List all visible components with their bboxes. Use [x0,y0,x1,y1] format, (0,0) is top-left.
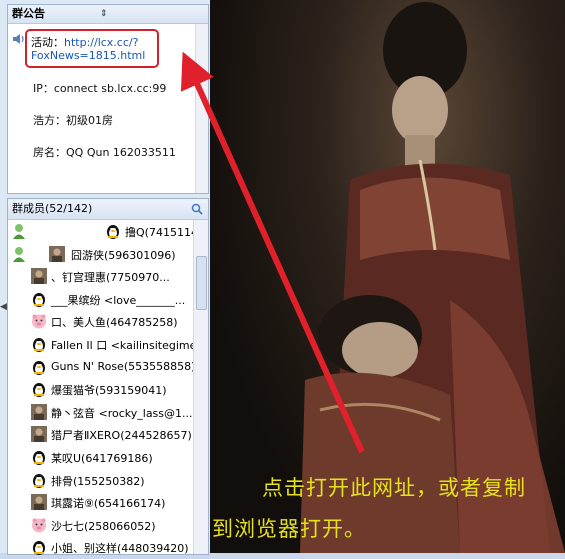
activity-link-line1[interactable]: http://lcx.cc/? [64,36,138,49]
member-row[interactable]: 某叹U(641769186) [8,446,194,469]
member-row[interactable]: 爆蛋猫爷(593159041) [8,378,194,401]
announcement-title: 群公告 [12,7,45,20]
members-header: 群成员(52/142) [8,199,208,220]
qq-penguin-icon [31,472,47,488]
announcement-body: 活动：http://lcx.cc/? FoxNews=1815.html IP：… [8,24,208,193]
member-name: 琪露诺⑨(654166174) [51,497,166,511]
pig-avatar-icon [31,517,47,533]
member-name: ___果缤纷 <love_______... [51,293,186,307]
photo-avatar-icon [31,426,47,443]
member-row[interactable]: 口、美人鱼(464785258) [8,310,194,333]
member-row[interactable]: 排骨(155250382) [8,469,194,492]
member-name: 猎尸者ⅡXERO(244528657) [51,429,192,443]
members-count: 群成员(52/142) [12,202,93,215]
member-name: 爆蛋猫爷(593159041) [51,384,167,398]
room-info: 房名：QQ Qun 162033511 [33,146,176,159]
member-row[interactable]: 撸Q(741511416) [8,220,194,243]
group-announcement-panel: 群公告 ⇕ 活动：http://lcx.cc/? FoxNews=1815.ht… [7,4,209,194]
photo-avatar-icon [31,403,47,420]
member-row[interactable]: 猎尸者ⅡXERO(244528657) [8,423,194,446]
member-row[interactable]: 琪露诺⑨(654166174) [8,491,194,514]
left-panel: ◀ 群公告 ⇕ 活动：http://lcx.cc/? FoxNews=1815.… [0,0,210,556]
group-members-panel: 群成员(52/142) 撸Q(741511416) 囧游侠(596301096) 、… [7,198,209,556]
member-row[interactable]: 、钉宫理惠(7750970... [8,265,194,288]
qq-penguin-icon [31,449,47,465]
ip-info: IP：connect sb.lcx.cc:99 [33,82,167,95]
member-name: Guns N' Rose(553558858) [51,359,194,373]
qq-penguin-icon [31,381,47,398]
member-row[interactable]: 囧游侠(596301096) [8,243,194,266]
admin-role-icon [12,223,26,239]
activity-label: 活动： [31,36,64,49]
member-row[interactable]: 沙七七(258066052) [8,514,194,537]
photo-avatar-icon [49,245,65,262]
member-list: 撸Q(741511416) 囧游侠(596301096) 、钉宫理惠(7750970… [8,220,194,559]
member-name: 静丶弦音 <rocky_lass@1... [51,406,193,420]
member-name: 口、美人鱼(464785258) [51,316,178,330]
background-photo: 点击打开此网址，或者复制 到浏览器打开。 [210,0,565,553]
member-name: 囧游侠(596301096) [71,248,176,262]
photo-avatar-icon [31,268,47,285]
member-row[interactable]: Fallen Il 口 <kailinsitegime... [8,333,194,356]
speaker-icon [13,34,24,44]
member-name: 、钉宫理惠(7750970... [51,271,170,285]
admin-role-icon [12,246,26,262]
members-scrollbar[interactable] [193,220,208,554]
announcement-header[interactable]: 群公告 ⇕ [8,5,208,24]
pig-avatar-icon [31,313,47,329]
member-row[interactable]: ___果缤纷 <love_______... [8,288,194,311]
qq-penguin-icon [31,291,47,307]
member-name: 沙七七(258066052) [51,519,156,533]
member-name: 撸Q(741511416) [125,226,194,239]
search-icon[interactable] [191,203,203,215]
photo-avatar-icon [31,494,47,511]
activity-link-highlight: 活动：http://lcx.cc/? FoxNews=1815.html [25,29,159,68]
caption-line1: 点击打开此网址，或者复制 [262,476,526,500]
qq-penguin-icon [105,223,121,239]
member-row[interactable]: 小姐、别这样(448039420) [8,536,194,559]
collapse-arrow-icon[interactable]: ◀ [0,300,7,314]
member-name: 小姐、别这样(448039420) [51,542,189,556]
member-name: Fallen Il 口 <kailinsitegime... [51,338,194,352]
collapse-toggle-icon[interactable]: ⇕ [100,5,108,23]
announcement-scrollbar[interactable] [195,24,208,193]
member-row[interactable]: Guns N' Rose(553558858) [8,356,194,379]
zone-info: 浩方：初级01房 [33,114,113,127]
caption-line2: 到浏览器打开。 [212,517,366,541]
qq-penguin-icon [31,336,47,352]
member-name: 某叹U(641769186) [51,451,153,465]
photo-illustration [300,2,565,553]
member-row[interactable]: 静丶弦音 <rocky_lass@1... [8,401,194,424]
member-name: 排骨(155250382) [51,474,145,488]
qq-penguin-icon [31,359,47,375]
scrollbar-thumb[interactable] [196,256,207,310]
activity-link-line2[interactable]: FoxNews=1815.html [31,49,145,62]
